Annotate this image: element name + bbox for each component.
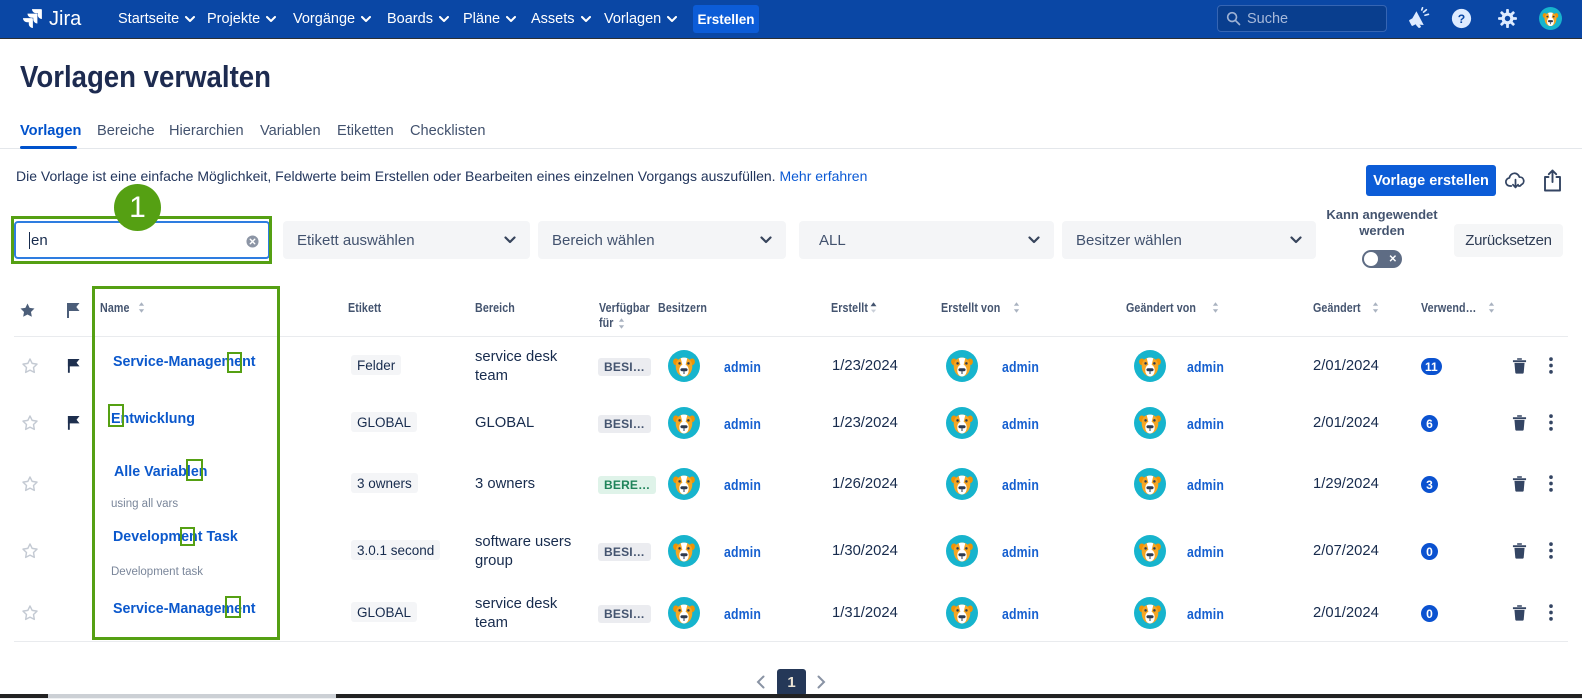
- svg-text:?: ?: [1458, 12, 1465, 26]
